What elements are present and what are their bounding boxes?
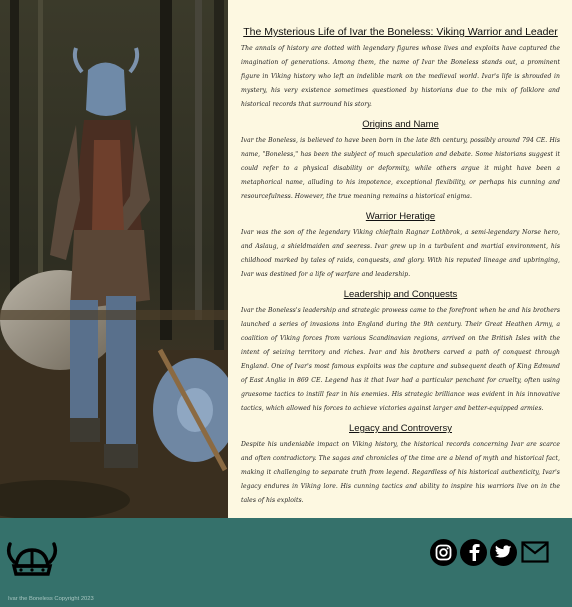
section-body-leadership: Ivar the Boneless's leadership and strat…: [241, 307, 560, 412]
article-title: The Mysterious Life of Ivar the Boneless…: [243, 26, 558, 38]
section-heading-heritage: Warrior Heratige: [365, 211, 436, 222]
hero-section: The Mysterious Life of Ivar the Boneless…: [0, 0, 572, 518]
section-body-legacy: Despite his undeniable impact on Viking …: [241, 441, 560, 504]
section-body-heritage: Ivar was the son of the legendary Viking…: [241, 229, 560, 278]
article-intro: The annals of history are dotted with le…: [241, 45, 560, 108]
viking-warrior-photo: [0, 0, 228, 518]
section-body-origins: Ivar the Boneless, is believed to have b…: [241, 137, 560, 200]
article: The Mysterious Life of Ivar the Boneless…: [228, 0, 572, 508]
instagram-icon[interactable]: [430, 538, 457, 566]
copyright-text: Ivar the Boneless Copyright 2023: [8, 596, 94, 602]
article-panel: The Mysterious Life of Ivar the Boneless…: [228, 0, 572, 518]
section-heading-legacy: Legacy and Controversy: [349, 423, 452, 434]
social-links: [430, 538, 549, 566]
section-heading-leadership: Leadership and Conquests: [343, 289, 458, 300]
viking-helmet-logo-icon[interactable]: [4, 540, 60, 584]
twitter-icon[interactable]: [490, 538, 517, 566]
site-footer: Ivar the Boneless Copyright 2023: [0, 518, 572, 607]
mail-icon[interactable]: [521, 540, 549, 564]
section-heading-origins: Origins and Name: [362, 119, 439, 130]
facebook-icon[interactable]: [460, 538, 487, 566]
